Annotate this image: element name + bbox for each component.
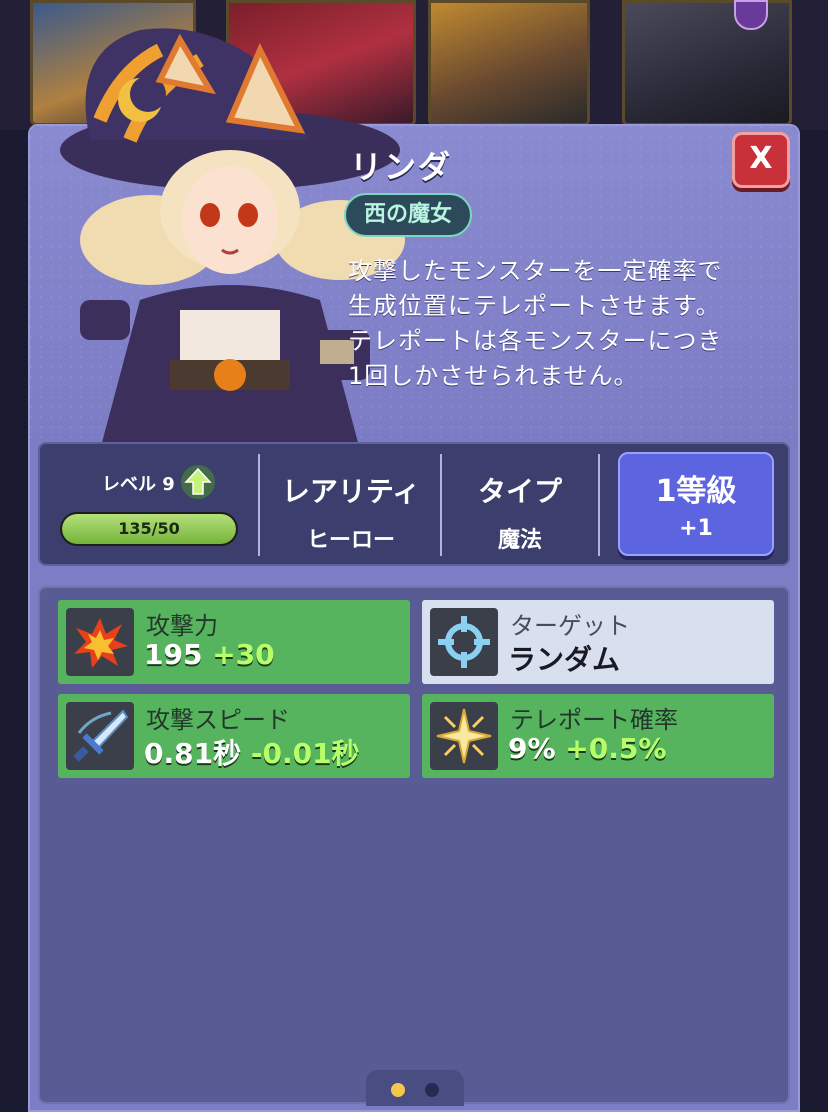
stat-name: ターゲット [510, 612, 630, 640]
stat-value: ランダム [508, 638, 620, 678]
stat-attack: 攻撃力 195 +30 [58, 600, 410, 684]
stat-base: ランダム [508, 643, 621, 676]
explosion-icon [66, 608, 134, 676]
experience-text: 135/50 [118, 519, 180, 538]
page-dot[interactable] [425, 1083, 439, 1097]
stat-bonus: +0.5% [565, 732, 667, 765]
type-header: タイプ [477, 475, 562, 508]
type-column: タイプ 魔法 [444, 470, 596, 554]
rarity-header: レアリティ [281, 475, 421, 508]
sparkle-icon [430, 702, 498, 770]
page-dot-active[interactable] [391, 1083, 405, 1097]
close-button[interactable]: X [732, 132, 790, 188]
background-side [0, 130, 28, 1112]
stat-attack-speed: 攻撃スピード 0.81秒 -0.01秒 [58, 694, 410, 778]
stat-name: 攻撃力 [146, 612, 218, 640]
type-value: 魔法 [497, 528, 542, 553]
hero-description: 攻撃したモンスターを一定確率で 生成位置にテレポートさせます。 テレポートは各モ… [348, 254, 788, 394]
hero-title-badge: 西の魔女 [344, 193, 473, 237]
divider [440, 454, 442, 556]
divider [598, 454, 600, 556]
grade-value: +1 [679, 516, 713, 541]
stat-teleport-chance: テレポート確率 9% +0.5% [422, 694, 774, 778]
stat-base: 195 [144, 638, 203, 671]
roster-badge [734, 0, 768, 30]
hero-name: リンダ [350, 148, 453, 186]
stat-bonus: +30 [212, 638, 275, 671]
page-indicator [366, 1070, 464, 1106]
grade-button[interactable]: 1等級 +1 [618, 452, 774, 556]
divider [258, 454, 260, 556]
description-line: 攻撃したモンスターを一定確率で [348, 257, 723, 285]
stat-name: 攻撃スピード [146, 706, 290, 734]
stat-value: 0.81秒 -0.01秒 [144, 732, 360, 772]
grade-header: 1等級 [655, 474, 737, 509]
hero-info-bar: レベル 9 135/50 レアリティ ヒーロー タイプ 魔法 1等級 +1 [38, 442, 790, 566]
stat-value: 195 +30 [144, 638, 275, 671]
description-line: 1回しかさせられません。 [348, 362, 639, 390]
stats-area: 攻撃力 195 +30 ターゲット ランダム 攻撃スピード 0.81秒 -0.0… [38, 586, 790, 1106]
level-label: レベル 9 [102, 474, 175, 495]
description-line: テレポートは各モンスターにつき [348, 327, 723, 355]
roster-card[interactable] [428, 0, 590, 126]
experience-bar: 135/50 [60, 512, 238, 546]
stat-target: ターゲット ランダム [422, 600, 774, 684]
crosshair-icon [430, 608, 498, 676]
rarity-column: レアリティ ヒーロー [262, 470, 440, 554]
stat-base: 9% [508, 732, 556, 765]
level-up-arrow-icon[interactable] [180, 464, 216, 500]
background-side [800, 130, 828, 1112]
stat-base: 0.81秒 [144, 737, 242, 770]
stat-bonus: -0.01秒 [250, 737, 360, 770]
stat-value: 9% +0.5% [508, 732, 666, 765]
rarity-value: ヒーロー [306, 528, 395, 553]
stat-name: テレポート確率 [510, 706, 678, 734]
sword-icon [66, 702, 134, 770]
description-line: 生成位置にテレポートさせます。 [348, 292, 721, 320]
